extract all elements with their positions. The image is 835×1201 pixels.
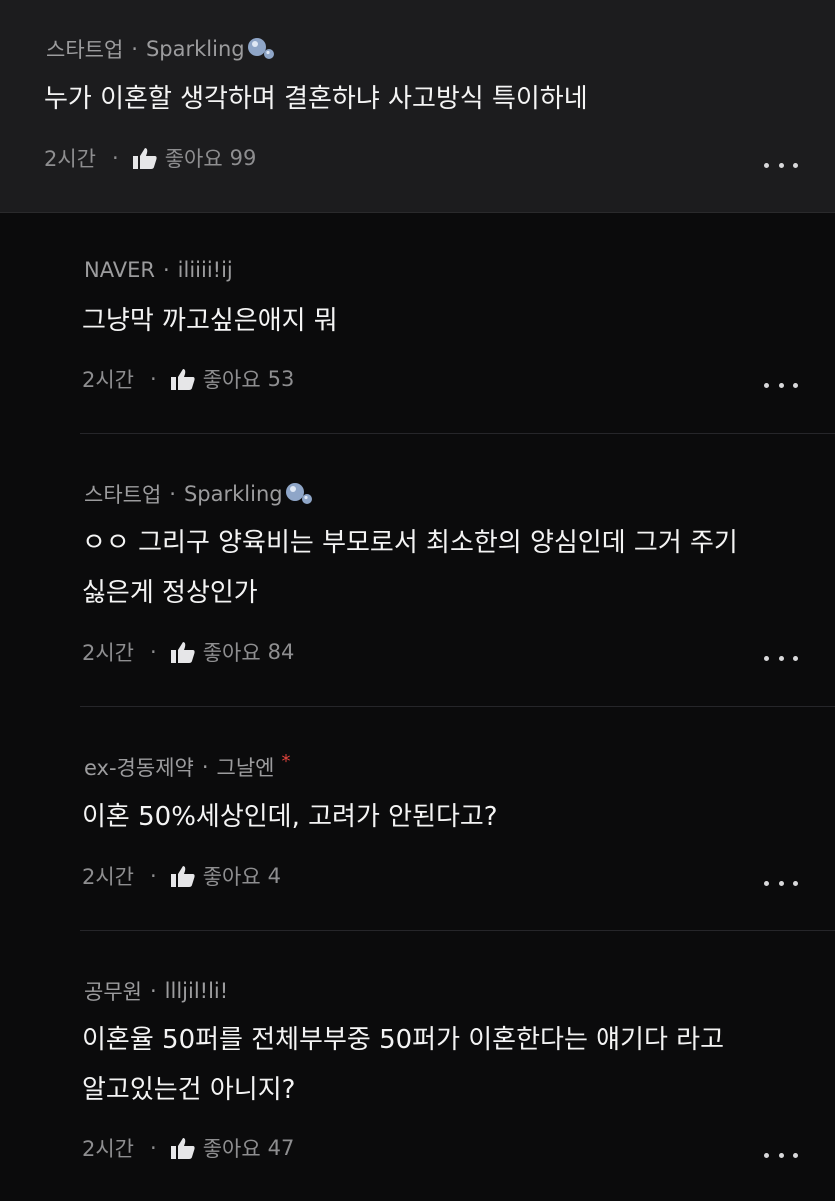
thumbs-up-icon[interactable] <box>170 641 195 663</box>
comment-time: 2시간 <box>82 368 135 392</box>
like-label: 좋아요 <box>202 865 261 889</box>
comment-text-line-1: ㅇㅇ 그리구 양육비는 부모로서 최소한의 양심인데 그거 주기 <box>82 528 738 558</box>
like-count: 4 <box>267 864 282 888</box>
thumbs-up-icon[interactable] <box>170 865 195 887</box>
comment-author-line: 스타트업 · Sparkling <box>84 479 314 509</box>
like-label: 좋아요 <box>164 147 223 171</box>
author-group: NAVER <box>84 258 155 282</box>
comment-text: 누가 이혼할 생각하며 결혼하냐 사고방식 특이하네 <box>44 84 588 114</box>
more-options-button[interactable] <box>764 651 798 665</box>
separator: · <box>150 640 157 664</box>
comment-author-line: 스타트업 · Sparkling <box>46 34 276 64</box>
author-name[interactable]: iliiii!ij <box>178 258 233 282</box>
separator: · <box>150 864 157 888</box>
thumbs-up-icon[interactable] <box>132 147 157 169</box>
comment-footer: 2시간 · 좋아요 4 <box>82 861 281 891</box>
author-name[interactable]: Sparkling <box>184 482 283 506</box>
separator: · <box>131 37 138 61</box>
separator: · <box>201 755 209 779</box>
like-label: 좋아요 <box>202 641 261 665</box>
comment-time: 2시간 <box>82 1137 135 1161</box>
separator: · <box>149 979 157 1003</box>
comment-text-line-2: 싫은게 정상인가 <box>82 578 258 608</box>
comment-time: 2시간 <box>44 147 97 171</box>
divider <box>80 706 835 707</box>
author-name[interactable]: Sparkling <box>146 37 245 61</box>
comment-text: 그냥막 까고싶은애지 뭐 <box>82 306 338 336</box>
author-name[interactable]: 그날엔 <box>217 752 275 782</box>
thumbs-up-icon[interactable] <box>170 368 195 390</box>
separator: · <box>112 146 119 170</box>
like-count: 53 <box>267 367 295 391</box>
comment-footer: 2시간 · 좋아요 99 <box>44 143 256 173</box>
comment-time: 2시간 <box>82 865 135 889</box>
comment-footer: 2시간 · 좋아요 84 <box>82 637 294 667</box>
thumbs-up-icon[interactable] <box>170 1137 195 1159</box>
comment-footer: 2시간 · 좋아요 47 <box>82 1133 294 1163</box>
comment-author-line: ex-경동제약 · 그날엔 * <box>84 750 291 782</box>
like-count: 47 <box>267 1136 295 1160</box>
like-count: 99 <box>229 146 257 170</box>
separator: · <box>169 482 176 506</box>
bubbles-icon <box>285 483 312 504</box>
separator: · <box>150 1136 157 1160</box>
author-group: ex-경동제약 <box>84 756 194 780</box>
comment-text-line-1: 이혼율 50퍼를 전체부부중 50퍼가 이혼한다는 얘기다 라고 <box>82 1025 724 1055</box>
more-options-button[interactable] <box>764 876 798 890</box>
like-count: 84 <box>267 640 295 664</box>
comment-text-line-2: 알고있는건 아니지? <box>82 1075 296 1105</box>
author-name[interactable]: llljil!li! <box>165 979 229 1003</box>
comment-author-line: NAVER · iliiii!ij <box>84 258 233 282</box>
author-group: 스타트업 <box>46 38 124 62</box>
comment-author-line: 공무원 · llljil!li! <box>84 976 228 1006</box>
star-badge: * <box>281 750 291 772</box>
more-options-button[interactable] <box>764 1148 798 1162</box>
separator: · <box>150 367 157 391</box>
more-options-button[interactable] <box>764 378 798 392</box>
divider <box>80 433 835 434</box>
comment-footer: 2시간 · 좋아요 53 <box>82 364 294 394</box>
separator: · <box>162 258 170 282</box>
author-group: 스타트업 <box>84 483 162 507</box>
more-options-button[interactable] <box>764 158 798 172</box>
like-label: 좋아요 <box>202 1137 261 1161</box>
author-group: 공무원 <box>84 980 142 1004</box>
bubbles-icon <box>247 38 274 59</box>
comment-time: 2시간 <box>82 641 135 665</box>
comment-text: 이혼 50%세상인데, 고려가 안된다고? <box>82 802 498 832</box>
divider <box>80 930 835 931</box>
like-label: 좋아요 <box>202 368 261 392</box>
